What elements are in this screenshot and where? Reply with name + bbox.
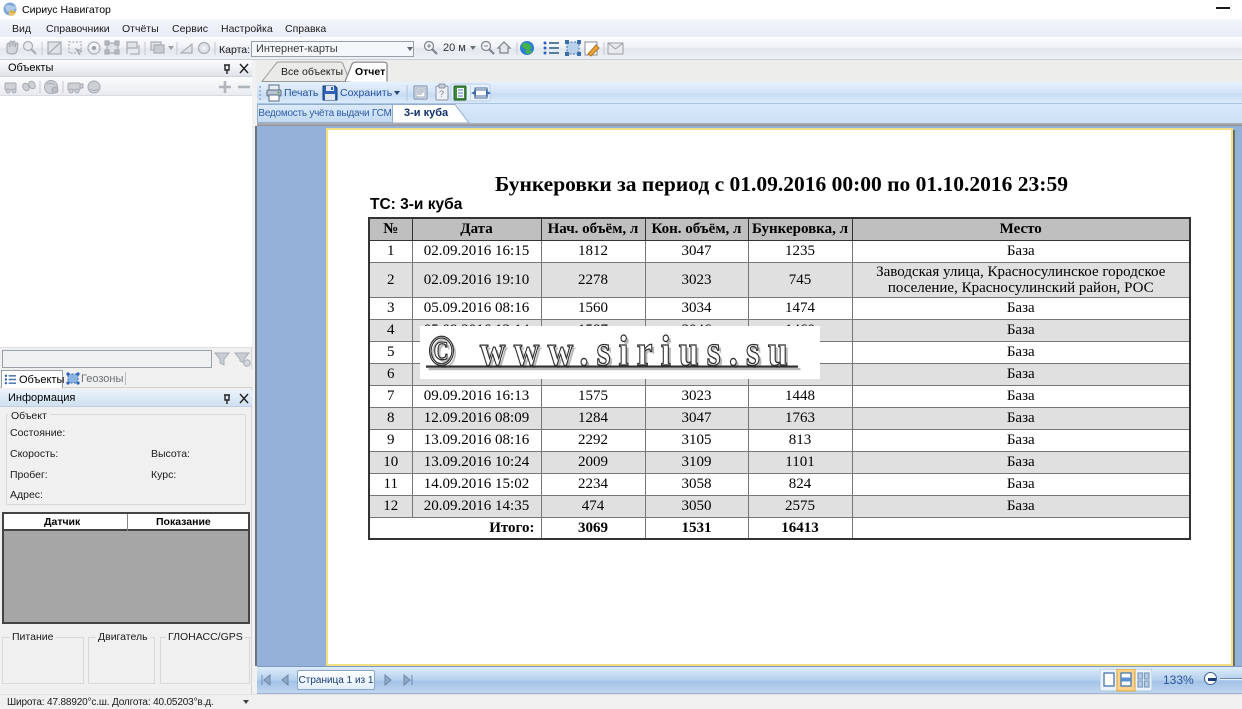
svg-text:20 м: 20 м [443,42,466,54]
svg-text:© www.sirius.su: © www.sirius.su [428,328,796,375]
svg-text:?: ? [439,89,444,99]
